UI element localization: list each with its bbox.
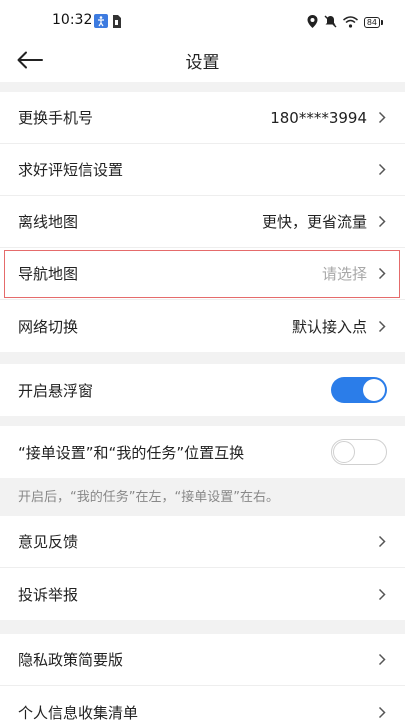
floating-window-toggle[interactable]	[331, 377, 387, 403]
settings-group-floating: 开启悬浮窗	[0, 364, 405, 416]
network-value: 默认接入点	[291, 317, 367, 336]
row-navigation-map[interactable]: 导航地图 请选择	[0, 248, 405, 300]
chevron-right-icon	[377, 535, 387, 549]
row-personal-info-list[interactable]: 个人信息收集清单	[0, 686, 405, 720]
row-swap-position: “接单设置”和“我的任务”位置互换	[0, 426, 405, 478]
row-floating-window: 开启悬浮窗	[0, 364, 405, 416]
battery-icon: 84	[363, 17, 383, 28]
chevron-right-icon	[377, 319, 387, 333]
settings-group-feedback: 意见反馈 投诉举报	[0, 516, 405, 620]
battery-level: 84	[363, 17, 380, 28]
row-offline-map[interactable]: 离线地图 更快，更省流量	[0, 196, 405, 248]
settings-group-account: 更换手机号 180****3994 求好评短信设置 离线地图 更快，更省流量 导…	[0, 92, 405, 352]
row-complaint[interactable]: 投诉举报	[0, 568, 405, 620]
phone-value: 180****3994	[270, 108, 367, 127]
swap-position-toggle[interactable]	[331, 439, 387, 465]
chevron-right-icon	[377, 587, 387, 601]
chevron-right-icon	[377, 653, 387, 667]
mute-icon	[324, 13, 337, 32]
accessibility-icon	[94, 13, 108, 32]
row-review-sms[interactable]: 求好评短信设置	[0, 144, 405, 196]
sim-icon	[112, 13, 121, 32]
offline-map-value: 更快，更省流量	[261, 213, 367, 231]
row-change-phone[interactable]: 更换手机号 180****3994	[0, 92, 405, 144]
row-network-switch[interactable]: 网络切换 默认接入点	[0, 300, 405, 352]
page-title: 设置	[185, 53, 220, 73]
status-time: 10:32	[52, 12, 93, 28]
location-icon	[307, 13, 318, 32]
chevron-right-icon	[377, 111, 387, 125]
settings-group-swap: “接单设置”和“我的任务”位置互换	[0, 426, 405, 478]
swap-hint: 开启后，“我的任务”在左，“接单设置”在右。	[0, 478, 405, 512]
navigation-map-placeholder: 请选择	[321, 265, 367, 283]
status-bar: 10:32 84	[0, 0, 405, 42]
header: 设置	[0, 38, 405, 82]
chevron-right-icon	[377, 163, 387, 177]
settings-group-privacy: 隐私政策简要版 个人信息收集清单	[0, 634, 405, 720]
chevron-right-icon	[377, 215, 387, 229]
chevron-right-icon	[377, 705, 387, 719]
chevron-right-icon	[377, 267, 387, 281]
wifi-icon	[342, 13, 358, 32]
row-privacy-summary[interactable]: 隐私政策简要版	[0, 634, 405, 686]
row-feedback[interactable]: 意见反馈	[0, 516, 405, 568]
